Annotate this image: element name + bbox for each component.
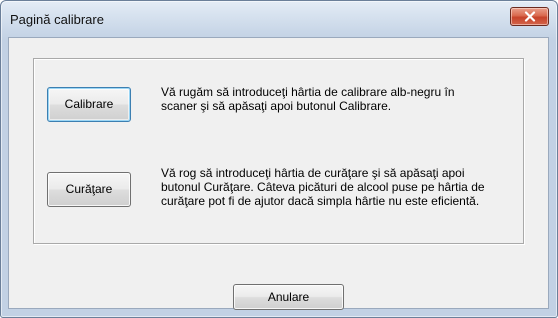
close-button[interactable]	[510, 7, 549, 26]
clean-button[interactable]: Curăţare	[47, 172, 131, 207]
close-icon	[524, 11, 536, 22]
calibrate-button[interactable]: Calibrare	[47, 87, 131, 122]
dialog-client-area: Calibrare Vă rugăm să introduceţi hârtia…	[8, 37, 549, 310]
calibrate-description: Vă rugăm să introduceţi hârtia de calibr…	[161, 85, 455, 113]
window-title: Pagină calibrare	[10, 12, 104, 27]
title-bar[interactable]: Pagină calibrare	[1, 1, 557, 37]
cancel-button[interactable]: Anulare	[233, 284, 344, 310]
clean-description: Vă rog să introduceţi hârtia de curăţare…	[161, 166, 485, 208]
dialog-window: Pagină calibrare Calibrare Vă rugăm să i…	[0, 0, 558, 318]
